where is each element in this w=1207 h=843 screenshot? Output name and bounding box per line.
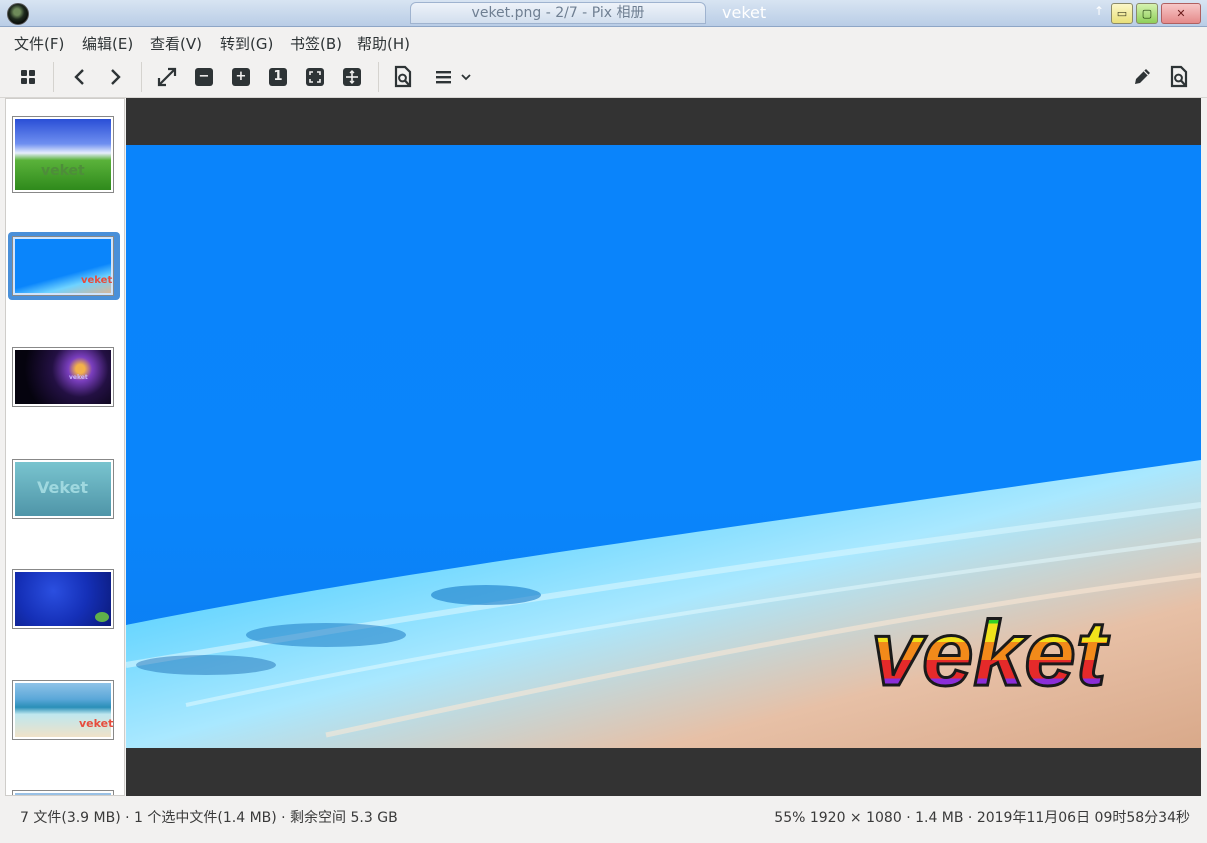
chevron-left-icon [74, 69, 84, 85]
thumbnail-6[interactable]: veket [13, 681, 113, 739]
file-search-icon [1170, 65, 1188, 88]
toolbar-separator [53, 62, 54, 92]
underwater-scene: veket [126, 145, 1201, 748]
image-viewer[interactable]: veket [126, 98, 1201, 796]
veket-watermark: veket [871, 603, 1110, 705]
displayed-image[interactable]: veket [126, 145, 1201, 748]
thumbnail-caption: Veket [37, 478, 89, 497]
back-button[interactable] [67, 64, 93, 90]
minimize-button[interactable]: ▭ [1111, 3, 1133, 24]
app-icon[interactable] [7, 3, 29, 25]
thumbnail-1[interactable]: veket [13, 117, 113, 192]
main-menu-button[interactable] [432, 64, 476, 90]
menu-go[interactable]: 转到(G) [220, 33, 273, 54]
thumbnail-caption: veket [41, 163, 85, 179]
menu-edit[interactable]: 编辑(E) [82, 33, 133, 54]
window-frame [1201, 98, 1207, 796]
menu-file[interactable]: 文件(F) [14, 33, 64, 54]
fullscreen-icon [157, 67, 177, 87]
properties-button[interactable] [390, 64, 416, 90]
menu-bar: 文件(F) 编辑(E) 查看(V) 转到(G) 书签(B) 帮助(H) [0, 28, 1207, 56]
thumbnail-caption: veket [69, 374, 88, 381]
maximize-button[interactable]: ▢ [1136, 3, 1158, 24]
status-image-info: 55% 1920 × 1080 · 1.4 MB · 2019年11月06日 0… [774, 810, 1190, 826]
toolbar-separator [141, 62, 142, 92]
forward-button[interactable] [102, 64, 128, 90]
window-title-tab[interactable]: veket.png - 2/7 - Pix 相册 [410, 2, 706, 24]
edit-button[interactable] [1129, 64, 1155, 90]
title-bar: veket.png - 2/7 - Pix 相册 veket ↑ ▭ ▢ ✕ [0, 0, 1207, 27]
thumbnail-strip[interactable]: veket veket veket Veket veket [5, 98, 125, 796]
thumbnail-5[interactable] [13, 570, 113, 628]
zoom-in-icon: + [232, 68, 250, 86]
window-title: veket [722, 3, 767, 22]
fit-icon [306, 68, 324, 86]
zoom-actual-size-button[interactable]: 1 [265, 64, 291, 90]
status-file-info: 7 文件(3.9 MB) · 1 个选中文件(1.4 MB) · 剩余空间 5.… [20, 810, 398, 826]
menu-view[interactable]: 查看(V) [150, 33, 202, 54]
menu-help[interactable]: 帮助(H) [357, 33, 410, 54]
status-bar: 7 文件(3.9 MB) · 1 个选中文件(1.4 MB) · 剩余空间 5.… [0, 796, 1207, 843]
zoom-in-button[interactable]: + [228, 64, 254, 90]
pencil-icon [1135, 69, 1150, 84]
browser-button[interactable] [15, 64, 41, 90]
thumbnail-caption: veket [79, 717, 114, 730]
zoom-out-button[interactable]: − [191, 64, 217, 90]
menu-bookmarks[interactable]: 书签(B) [290, 33, 342, 54]
thumbnail-2[interactable]: veket [13, 237, 113, 295]
fit-width-icon [343, 68, 361, 86]
grid-icon [21, 70, 35, 84]
chevron-right-icon [111, 69, 121, 85]
thumbnail-caption: veket [81, 275, 113, 286]
file-search-icon [394, 65, 412, 88]
up-arrow-icon[interactable]: ↑ [1094, 4, 1104, 18]
thumbnail-4[interactable]: Veket [13, 460, 113, 518]
close-button[interactable]: ✕ [1161, 3, 1201, 24]
actual-size-icon: 1 [269, 68, 287, 86]
hamburger-icon [436, 71, 471, 84]
file-properties-button[interactable] [1166, 64, 1192, 90]
toolbar: − + 1 [0, 56, 1207, 98]
fullscreen-button[interactable] [154, 64, 180, 90]
zoom-out-icon: − [195, 68, 213, 86]
thumbnail-caption [95, 612, 109, 622]
zoom-fit-width-button[interactable] [339, 64, 365, 90]
thumbnail-3[interactable]: veket [13, 348, 113, 406]
toolbar-separator [378, 62, 379, 92]
zoom-fit-button[interactable] [302, 64, 328, 90]
